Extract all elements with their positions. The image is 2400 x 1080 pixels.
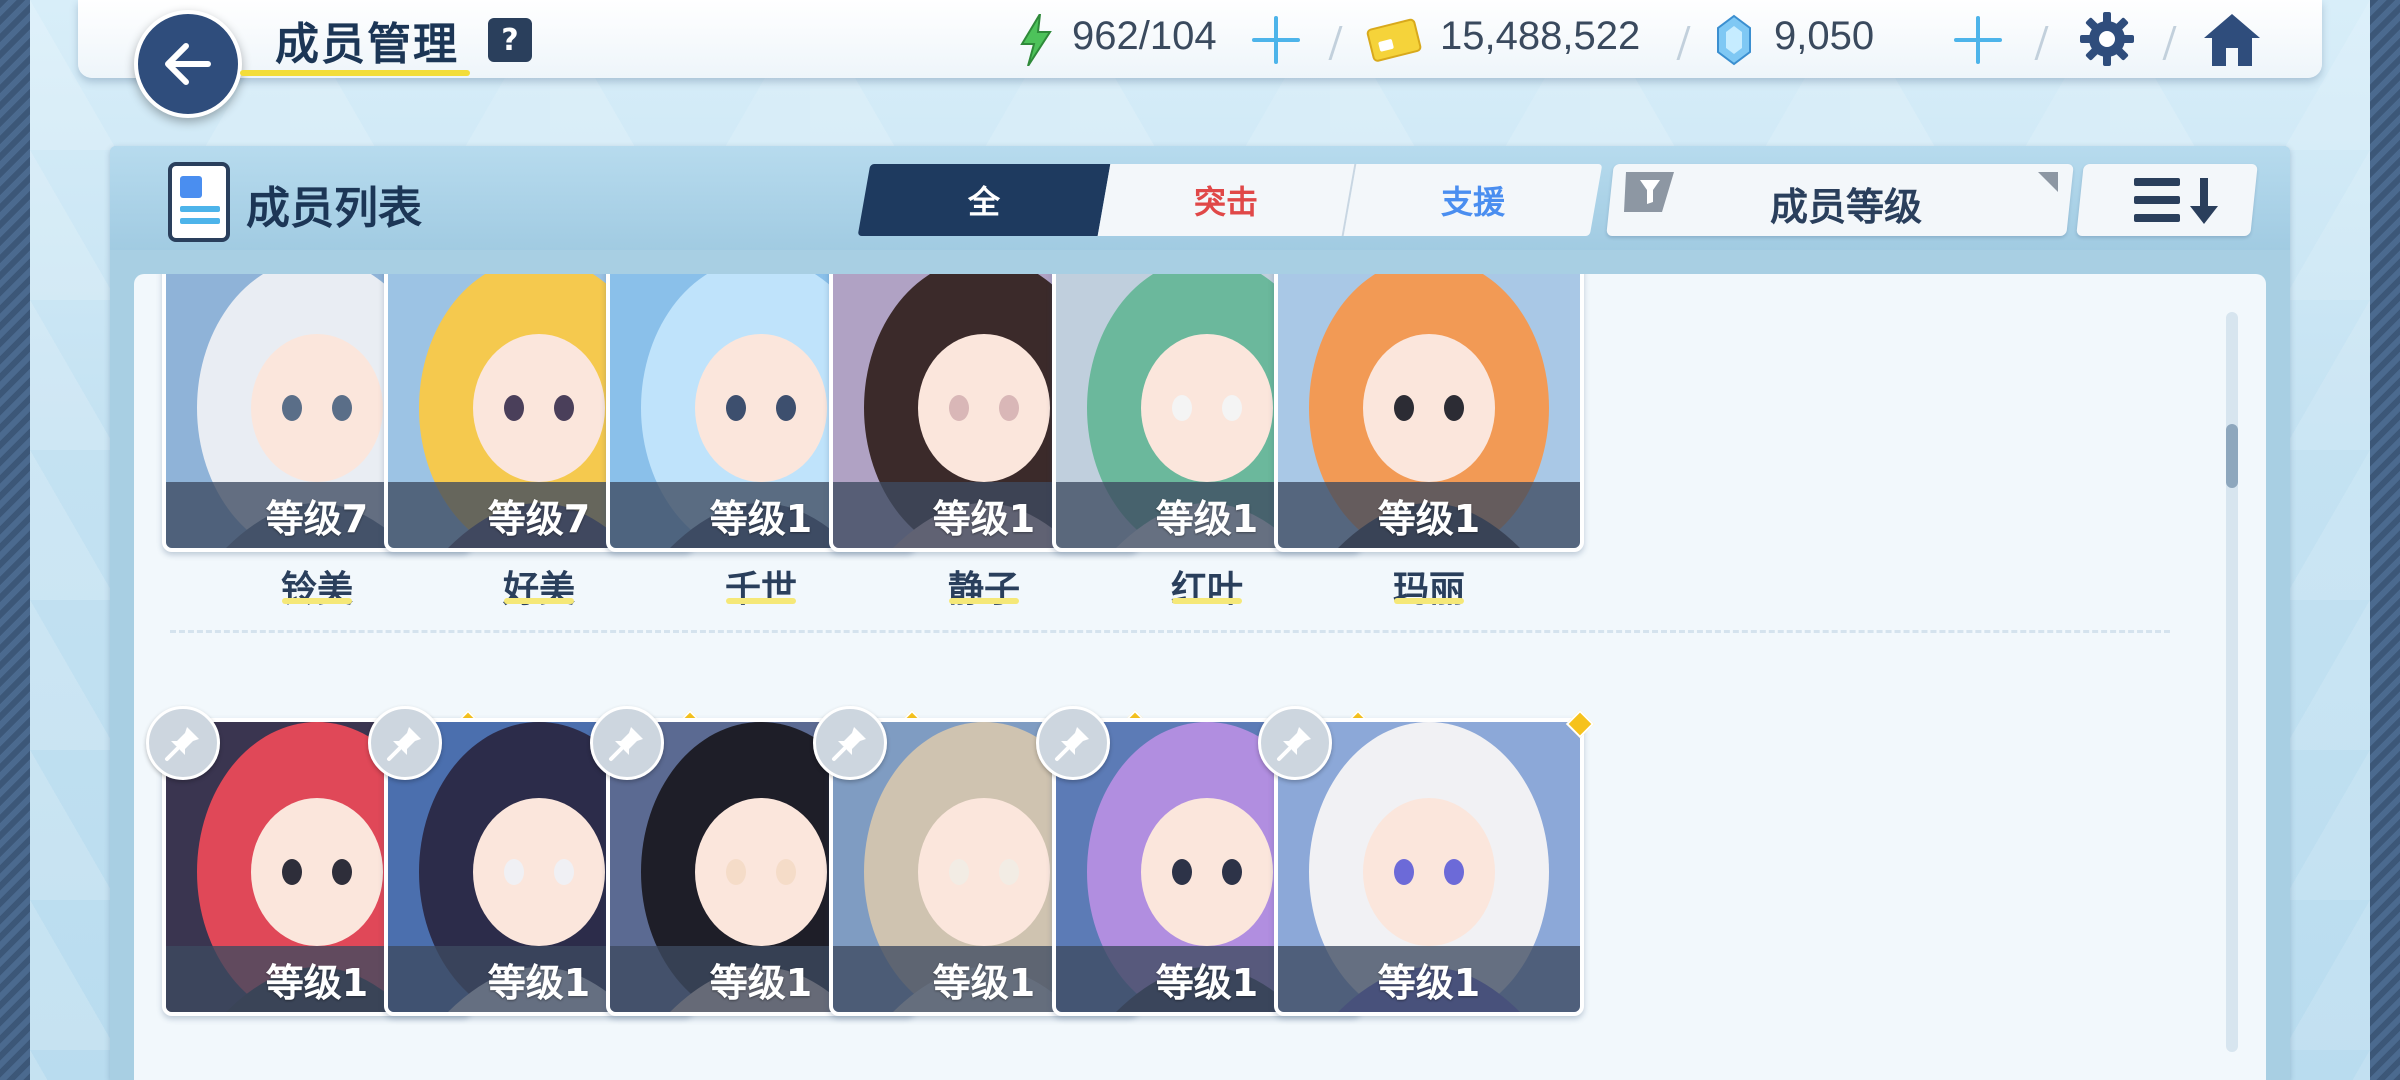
member-list-panel: 成员列表 全 突击 支援 成员等级 等级7 铃美 等级7 好美 等级1 千世 等级1 静子 等级… xyxy=(110,146,2290,1080)
tab-support[interactable]: 支援 xyxy=(1343,164,1603,236)
scrollbar-track[interactable] xyxy=(2226,312,2238,1052)
dropdown-corner-icon xyxy=(2038,172,2058,192)
gems-value: 9,050 xyxy=(1774,14,1875,58)
pin-icon xyxy=(609,727,643,761)
tab-support-label: 支援 xyxy=(1440,183,1505,221)
pin-button[interactable] xyxy=(1036,706,1110,780)
pin-button[interactable] xyxy=(146,706,220,780)
member-level: 等级1 xyxy=(1278,946,1580,1012)
lightning-icon xyxy=(1020,14,1052,66)
pin-button[interactable] xyxy=(590,706,664,780)
member-card[interactable]: 等级1 xyxy=(1274,274,1584,552)
name-underline xyxy=(1394,598,1464,604)
member-name: 玛丽 xyxy=(1392,569,1465,610)
left-edge-decoration xyxy=(0,0,30,1080)
row-divider xyxy=(170,630,2170,633)
gems-add-button[interactable] xyxy=(1954,16,2002,64)
credit-card-icon xyxy=(1366,18,1422,62)
id-card-icon xyxy=(168,162,230,242)
name-underline xyxy=(949,598,1019,604)
member-level: 等级1 xyxy=(1278,482,1580,548)
name-underline xyxy=(1172,598,1242,604)
pin-icon xyxy=(832,727,866,761)
right-edge-decoration xyxy=(2370,0,2400,1080)
help-button[interactable]: ? xyxy=(488,18,532,62)
credits-value: 15,488,522 xyxy=(1440,14,1641,58)
gear-icon[interactable] xyxy=(2078,10,2136,68)
arrow-left-icon xyxy=(165,43,211,85)
title-underline xyxy=(240,70,470,76)
member-grid[interactable]: 等级7 铃美 等级7 好美 等级1 千世 等级1 静子 等级1 红叶 等级1 玛丽 等级1 等级1 等级1 等… xyxy=(134,274,2266,1080)
ap-value: 962/104 xyxy=(1072,14,1217,58)
pin-button[interactable] xyxy=(1258,706,1332,780)
pin-icon xyxy=(1055,727,1089,761)
tab-all[interactable]: 全 xyxy=(857,164,1111,236)
tab-assault-label: 突击 xyxy=(1193,183,1258,221)
tab-all-label: 全 xyxy=(967,183,1000,221)
list-title: 成员列表 xyxy=(246,183,422,234)
pin-icon xyxy=(165,727,199,761)
gem-icon xyxy=(1717,14,1751,66)
pin-icon xyxy=(387,727,421,761)
home-icon[interactable] xyxy=(2200,10,2264,70)
pin-icon xyxy=(1277,727,1311,761)
sort-descending-icon xyxy=(2134,178,2218,224)
name-underline xyxy=(726,598,796,604)
filter-icon xyxy=(1624,172,1674,212)
name-underline xyxy=(504,598,574,604)
pin-button[interactable] xyxy=(813,706,887,780)
pin-button[interactable] xyxy=(368,706,442,780)
ap-add-button[interactable] xyxy=(1252,16,1300,64)
scrollbar-thumb[interactable] xyxy=(2226,424,2238,488)
tab-assault[interactable]: 突击 xyxy=(1097,164,1357,236)
back-button[interactable] xyxy=(134,10,242,118)
sort-label: 成员等级 xyxy=(1770,185,1923,229)
page-title: 成员管理 xyxy=(275,19,459,70)
name-underline xyxy=(282,598,352,604)
